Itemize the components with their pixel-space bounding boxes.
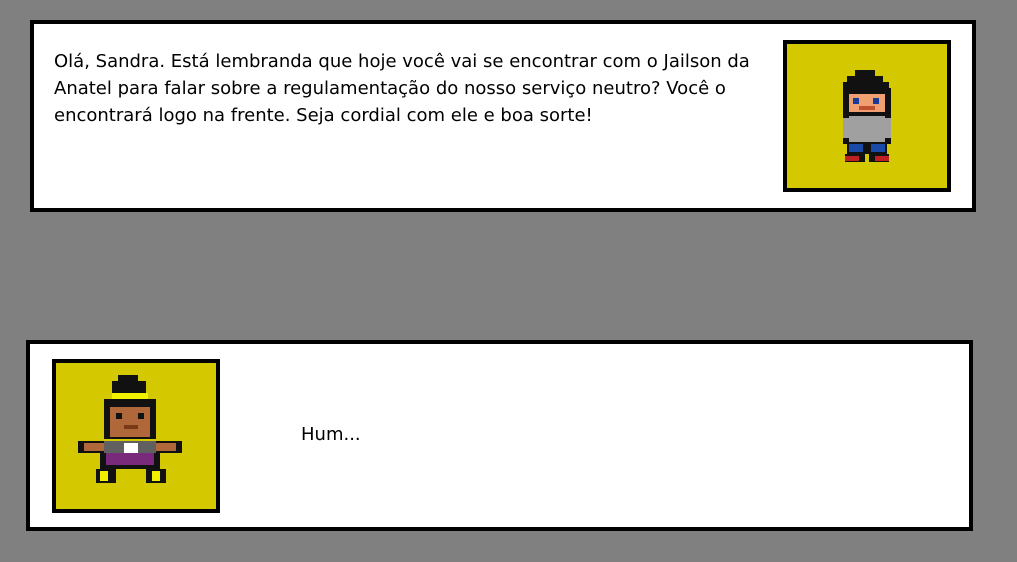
npc-portrait: [783, 40, 951, 192]
dialog-text: Hum...: [301, 424, 361, 445]
dialog-box-player[interactable]: Hum...: [26, 340, 973, 531]
player-portrait: [52, 359, 220, 513]
woman-character-icon: [78, 375, 182, 483]
dialog-box-npc[interactable]: Olá, Sandra. Está lembranda que hoje voc…: [30, 20, 976, 212]
boy-character-icon: [843, 70, 891, 162]
dialog-text: Olá, Sandra. Está lembranda que hoje voc…: [54, 51, 750, 126]
